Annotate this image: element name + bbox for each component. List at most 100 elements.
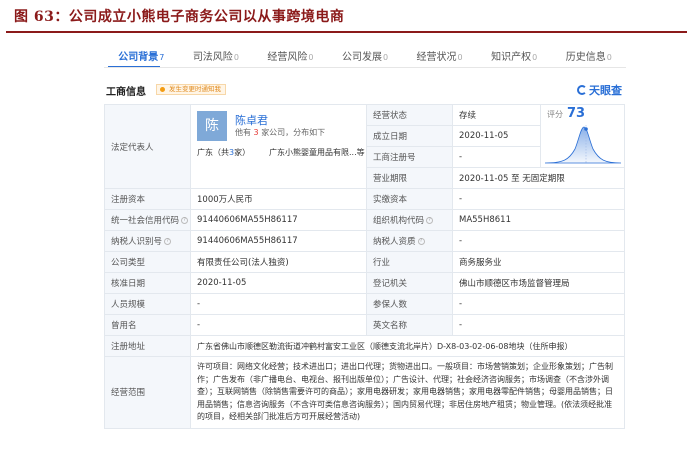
avatar: 陈 — [197, 111, 227, 141]
row-label: 行业 — [366, 251, 453, 273]
table-row: 核准日期 2020-11-05 登记机关 佛山市顺德区市场监督管理局 — [104, 272, 625, 294]
business-info-table: 法定代表人 陈 陈卓君 他有 3 家公司，分布如下 广东（共3家） 广东小熊婴童… — [104, 104, 625, 429]
status-label: 经营状态 — [366, 104, 453, 126]
row-value: - — [452, 188, 625, 210]
row-label-text: 纳税人资质 — [373, 237, 416, 247]
row-value: 有限责任公司(法人独资) — [190, 251, 367, 273]
region-label: 广东（共 — [197, 148, 229, 157]
row-value: 1000万人民币 — [190, 188, 367, 210]
table-row: 公司类型 有限责任公司(法人独资) 行业 商务服务业 — [104, 251, 625, 273]
tab-label: 经营风险 — [267, 51, 308, 63]
address-label: 注册地址 — [104, 335, 191, 357]
status-value: 存续 — [452, 104, 541, 126]
row-value: 2020-11-05 — [190, 272, 367, 294]
founded-label: 成立日期 — [366, 125, 453, 147]
row-label-text: 统一社会信用代码 — [111, 216, 180, 226]
reg-no-label: 工商注册号 — [366, 146, 453, 168]
bell-icon — [160, 87, 165, 92]
row-label: 登记机关 — [366, 272, 453, 294]
tab-operating-risk[interactable]: 经营风险0 — [253, 48, 328, 63]
score-chart: 评分 73 — [542, 106, 624, 167]
row-value: - — [452, 314, 625, 336]
notify-change-label: 发生变更时通知我 — [169, 85, 221, 93]
tab-label: 历史信息 — [565, 51, 606, 63]
notify-change-button[interactable]: 发生变更时通知我 — [156, 84, 226, 95]
row-value: - — [452, 230, 625, 252]
row-label: 公司类型 — [104, 251, 191, 273]
tab-operating-status[interactable]: 经营状况0 — [402, 48, 477, 63]
legal-rep-cell: 陈 陈卓君 他有 3 家公司，分布如下 广东（共3家） 广东小熊婴童用品有限..… — [190, 104, 367, 189]
tianyancha-logo-icon — [577, 85, 587, 95]
row-value: MA55H8611 — [452, 209, 625, 231]
related-company-link[interactable]: 广东小熊婴童用品有限...等 — [269, 147, 365, 158]
row-value: - — [452, 293, 625, 315]
tabs-divider — [104, 67, 626, 68]
title-divider — [6, 31, 687, 33]
tab-label: 知识产权 — [491, 51, 532, 63]
summary-suffix: 家公司，分布如下 — [261, 128, 326, 137]
row-value: 91440606MA55H86117 — [190, 209, 367, 231]
row-label: 人员规模 — [104, 293, 191, 315]
row-label: 核准日期 — [104, 272, 191, 294]
tab-label: 经营状况 — [416, 51, 457, 63]
row-label: 统一社会信用代码? — [104, 209, 191, 231]
row-label: 纳税人识别号? — [104, 230, 191, 252]
tab-count: 0 — [233, 52, 239, 62]
region-filter[interactable]: 广东（共3家） — [197, 147, 250, 158]
table-row: 人员规模 - 参保人数 - — [104, 293, 625, 315]
tab-count: 7 — [159, 52, 165, 62]
address-value: 广东省佛山市顺德区勒流街道冲鹤村富安工业区（顺德支流北岸片）D-X8-03-02… — [190, 335, 625, 357]
tab-company-development[interactable]: 公司发展0 — [328, 48, 403, 63]
table-row: 曾用名 - 英文名称 - — [104, 314, 625, 336]
scope-label: 经营范围 — [104, 356, 191, 429]
row-label-text: 纳税人识别号 — [111, 237, 163, 247]
term-label: 营业期限 — [366, 167, 453, 189]
row-value: - — [190, 314, 367, 336]
tab-count: 0 — [606, 52, 612, 62]
legal-rep-summary: 他有 3 家公司，分布如下 — [235, 127, 325, 138]
founded-value: 2020-11-05 — [452, 125, 541, 147]
tab-company-background[interactable]: 公司背景7 — [104, 48, 179, 63]
score-panel[interactable]: 评分 73 — [540, 104, 625, 168]
tab-bar: 公司背景7 司法风险0 经营风险0 公司发展0 经营状况0 知识产权0 历史信息… — [104, 44, 626, 66]
summary-prefix: 他有 — [235, 128, 251, 137]
legal-rep-name-link[interactable]: 陈卓君 — [235, 112, 268, 128]
section-title: 工商信息 — [106, 87, 146, 98]
row-label: 注册资本 — [104, 188, 191, 210]
row-label-text: 组织机构代码 — [373, 216, 425, 226]
table-row: 纳税人识别号? 91440606MA55H86117 纳税人资质? - — [104, 230, 625, 252]
term-value: 2020-11-05 至 无固定期限 — [452, 167, 625, 189]
row-label: 参保人数 — [366, 293, 453, 315]
region-suffix: 家） — [234, 148, 251, 157]
row-label: 英文名称 — [366, 314, 453, 336]
scope-value: 许可项目：网络文化经营；技术进出口；进出口代理；货物进出口。一般项目：市场营销策… — [190, 356, 625, 429]
legal-rep-label: 法定代表人 — [104, 104, 191, 189]
tab-label: 司法风险 — [192, 51, 233, 63]
brand-name: 天眼查 — [589, 84, 622, 97]
row-label: 曾用名 — [104, 314, 191, 336]
tab-count: 0 — [308, 52, 314, 62]
row-label: 实缴资本 — [366, 188, 453, 210]
figure-title: 图 63：公司成立小熊电子商务公司以从事跨境电商 — [14, 9, 345, 25]
section-header: 工商信息 发生变更时通知我 天眼查 — [104, 82, 624, 98]
tab-count: 0 — [382, 52, 389, 62]
tab-intellectual-property[interactable]: 知识产权0 — [477, 48, 552, 63]
tab-count: 0 — [532, 52, 538, 62]
row-label: 组织机构代码? — [366, 209, 453, 231]
table-row: 注册资本 1000万人民币 实缴资本 - — [104, 188, 625, 210]
row-value: - — [190, 293, 367, 315]
row-label: 纳税人资质? — [366, 230, 453, 252]
row-value: 91440606MA55H86117 — [190, 230, 367, 252]
table-row: 经营范围 许可项目：网络文化经营；技术进出口；进出口代理；货物进出口。一般项目：… — [104, 356, 625, 429]
help-icon[interactable]: ? — [417, 238, 425, 245]
help-icon[interactable]: ? — [181, 217, 189, 224]
brand-logo[interactable]: 天眼查 — [577, 82, 622, 98]
company-count: 3 — [253, 128, 259, 137]
help-icon[interactable]: ? — [164, 238, 172, 245]
tab-judicial-risk[interactable]: 司法风险0 — [179, 48, 254, 63]
help-icon[interactable]: ? — [426, 217, 434, 224]
score-distribution-icon — [544, 125, 622, 164]
row-value: 佛山市顺德区市场监督管理局 — [452, 272, 625, 294]
tab-history[interactable]: 历史信息0 — [551, 48, 626, 63]
table-row: 法定代表人 陈 陈卓君 他有 3 家公司，分布如下 广东（共3家） 广东小熊婴童… — [104, 104, 625, 189]
